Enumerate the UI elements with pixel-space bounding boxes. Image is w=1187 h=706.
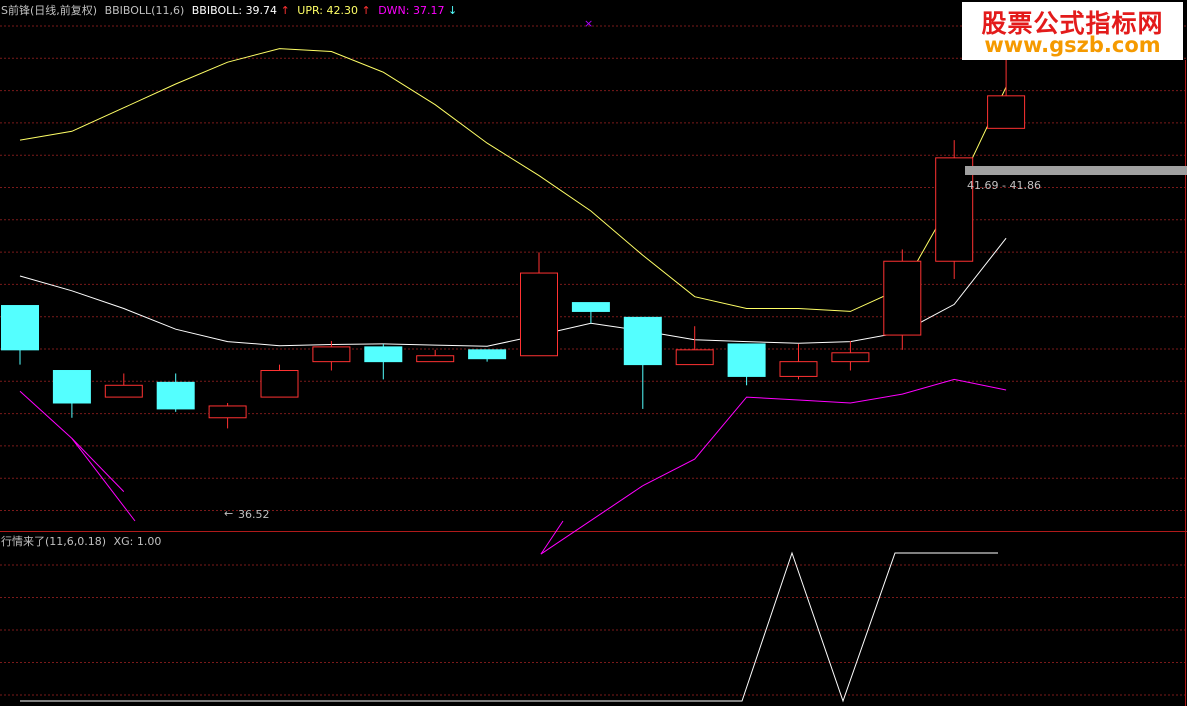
- dwn-label: DWN:: [378, 4, 410, 17]
- dwn-down-arrow-icon: ↓: [447, 4, 458, 17]
- price-range-label: 41.69 - 41.86: [967, 179, 1041, 192]
- candle-body-down: [156, 381, 195, 410]
- candle[interactable]: [312, 340, 351, 371]
- bbiboll-value: 39.74: [245, 4, 278, 17]
- candle[interactable]: [520, 252, 558, 357]
- candle-body-up: [416, 355, 455, 363]
- candle[interactable]: [364, 343, 403, 380]
- dwn-line: [642, 378, 1007, 487]
- sub-indicator-name: 行情来了(11,6,0.18): [1, 535, 107, 548]
- candle-body-down: [52, 370, 91, 404]
- candle[interactable]: [935, 140, 974, 279]
- candle[interactable]: [831, 340, 870, 371]
- candle-body-up: [779, 361, 818, 377]
- candle[interactable]: [416, 349, 455, 363]
- bbiboll-line: [19, 237, 1007, 347]
- candle-body-up: [208, 405, 247, 419]
- chart-canvas[interactable]: 36.52 ← 41.69 - 41.86 ×: [0, 0, 1187, 706]
- candle-body-down: [727, 343, 766, 377]
- candle[interactable]: [156, 373, 195, 412]
- candle-body-up: [883, 260, 922, 336]
- candle-body-down: [364, 346, 403, 363]
- candle-body-up: [831, 352, 870, 363]
- candle-body-up: [260, 370, 299, 398]
- main-header: S前锋(日线,前复权) BBIBOLL(11,6) BBIBOLL: 39.74…: [1, 4, 457, 18]
- upr-up-arrow-icon: ↑: [361, 4, 371, 17]
- stock-title: S前锋(日线,前复权): [1, 4, 98, 17]
- candle[interactable]: [260, 364, 299, 398]
- sub-header: 行情来了(11,6,0.18) XG: 1.00: [1, 535, 161, 549]
- candle[interactable]: [623, 316, 662, 409]
- upr-value: 42.30: [326, 4, 358, 17]
- signal-marker: ×: [584, 17, 593, 30]
- candle-body-down: [623, 316, 662, 366]
- candle[interactable]: [727, 343, 766, 386]
- price-range-bar: [965, 166, 1187, 175]
- xg-signal-panel: [20, 551, 998, 703]
- low-price-label: 36.52: [238, 508, 270, 521]
- candle-body-down: [571, 302, 610, 312]
- bbiboll-label: BBIBOLL:: [191, 4, 243, 17]
- candle-body-up: [312, 346, 351, 363]
- dwn-line-tail: [540, 520, 564, 555]
- candle[interactable]: [883, 249, 922, 350]
- xg-signal-line: [20, 551, 998, 703]
- xg-label: XG:: [113, 535, 134, 548]
- candle[interactable]: [468, 349, 507, 362]
- candle-body-up: [520, 272, 558, 357]
- candle[interactable]: [104, 373, 143, 398]
- candle-body-up: [104, 384, 143, 398]
- upr-label: UPR:: [297, 4, 323, 17]
- bbiboll-up-arrow-icon: ↑: [280, 4, 290, 17]
- low-price-arrow: ←: [224, 507, 233, 520]
- candle[interactable]: [675, 326, 714, 366]
- xg-value: 1.00: [136, 535, 162, 548]
- candle[interactable]: [571, 302, 610, 324]
- candle-body-down: [1, 305, 39, 351]
- candle[interactable]: [208, 403, 247, 429]
- upr-line: [19, 48, 1007, 312]
- indicator-name: BBIBOLL(11,6): [104, 4, 185, 17]
- candle-body-up: [987, 95, 1026, 129]
- dwn-line-tail: [540, 485, 644, 555]
- watermark-logo: 股票公式指标网 www.gszb.com: [962, 2, 1183, 60]
- candle-body-up: [675, 349, 714, 366]
- candle[interactable]: [1, 305, 39, 365]
- dwn-line-tail: [71, 438, 136, 522]
- candle[interactable]: [52, 370, 91, 418]
- dwn-value: 37.17: [412, 4, 445, 17]
- watermark-url: www.gszb.com: [984, 33, 1161, 57]
- candle-body-down: [468, 349, 507, 360]
